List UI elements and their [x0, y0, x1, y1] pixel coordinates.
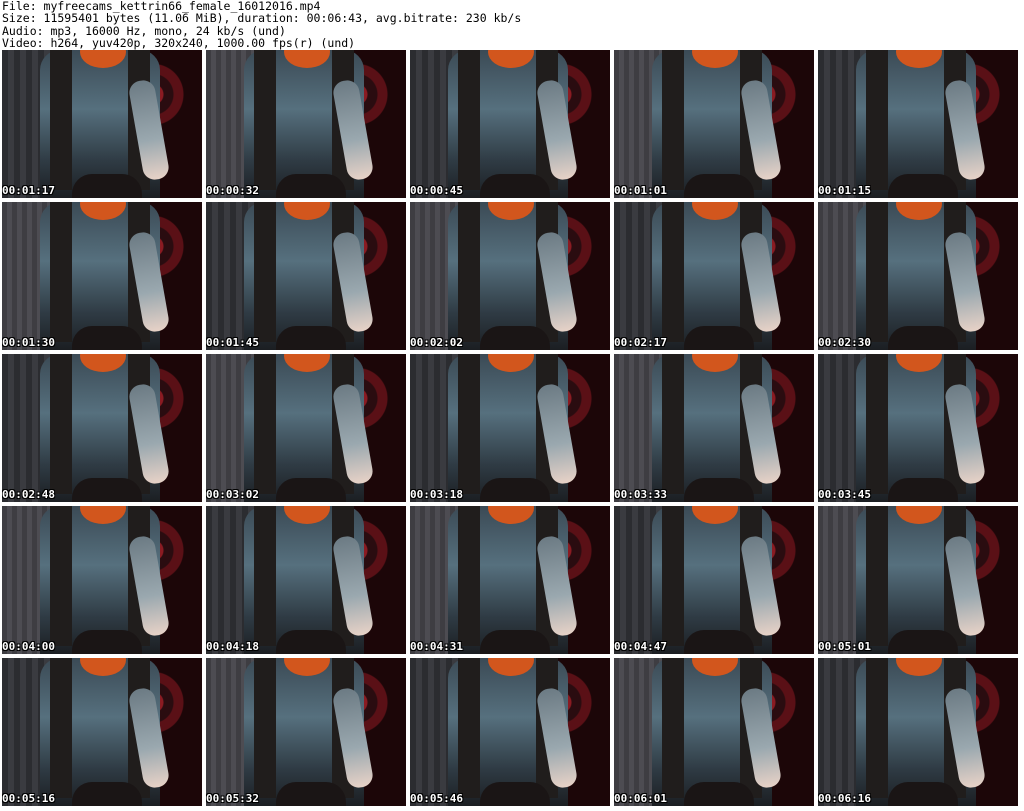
frame-legs — [684, 326, 754, 350]
timestamp-label: 00:06:01 — [614, 792, 667, 805]
timestamp-label: 00:06:16 — [818, 792, 871, 805]
video-frame-thumbnail: 00:05:16 — [2, 658, 202, 806]
timestamp-label: 00:05:01 — [818, 640, 871, 653]
timestamp-label: 00:03:33 — [614, 488, 667, 501]
frame-legs — [480, 630, 550, 654]
timestamp-label: 00:02:02 — [410, 336, 463, 349]
timestamp-label: 00:00:45 — [410, 184, 463, 197]
frame-legs — [72, 478, 142, 502]
frame-legs — [888, 782, 958, 806]
timestamp-label: 00:01:17 — [2, 184, 55, 197]
frame-legs — [72, 782, 142, 806]
video-frame-thumbnail: 00:05:01 — [818, 506, 1018, 654]
timestamp-label: 00:04:47 — [614, 640, 667, 653]
frame-legs — [888, 326, 958, 350]
video-frame-thumbnail: 00:04:47 — [614, 506, 814, 654]
video-frame-thumbnail: 00:01:01 — [614, 50, 814, 198]
timestamp-label: 00:02:30 — [818, 336, 871, 349]
timestamp-label: 00:05:46 — [410, 792, 463, 805]
frame-legs — [276, 174, 346, 198]
frame-legs — [684, 478, 754, 502]
timestamp-label: 00:05:32 — [206, 792, 259, 805]
frame-legs — [888, 630, 958, 654]
timestamp-label: 00:03:18 — [410, 488, 463, 501]
video-frame-thumbnail: 00:01:15 — [818, 50, 1018, 198]
timestamp-label: 00:03:02 — [206, 488, 259, 501]
video-frame-thumbnail: 00:02:17 — [614, 202, 814, 350]
video-frame-thumbnail: 00:03:33 — [614, 354, 814, 502]
frame-legs — [888, 174, 958, 198]
timestamp-label: 00:04:18 — [206, 640, 259, 653]
timestamp-label: 00:04:00 — [2, 640, 55, 653]
video-frame-thumbnail: 00:01:17 — [2, 50, 202, 198]
video-frame-thumbnail: 00:00:32 — [206, 50, 406, 198]
frame-legs — [276, 782, 346, 806]
frame-legs — [72, 630, 142, 654]
video-frame-thumbnail: 00:04:00 — [2, 506, 202, 654]
frame-legs — [888, 478, 958, 502]
timestamp-label: 00:01:45 — [206, 336, 259, 349]
video-frame-thumbnail: 00:06:16 — [818, 658, 1018, 806]
frame-legs — [276, 478, 346, 502]
timestamp-label: 00:05:16 — [2, 792, 55, 805]
timestamp-label: 00:01:01 — [614, 184, 667, 197]
video-frame-thumbnail: 00:05:32 — [206, 658, 406, 806]
video-frame-thumbnail: 00:06:01 — [614, 658, 814, 806]
timestamp-label: 00:03:45 — [818, 488, 871, 501]
frame-legs — [72, 174, 142, 198]
frame-legs — [480, 478, 550, 502]
frame-legs — [276, 630, 346, 654]
video-frame-thumbnail: 00:04:31 — [410, 506, 610, 654]
video-frame-thumbnail: 00:02:48 — [2, 354, 202, 502]
timestamp-label: 00:01:30 — [2, 336, 55, 349]
video-frame-thumbnail: 00:01:30 — [2, 202, 202, 350]
timestamp-label: 00:00:32 — [206, 184, 259, 197]
video-line: Video: h264, yuv420p, 320x240, 1000.00 f… — [2, 35, 356, 50]
frame-legs — [480, 326, 550, 350]
file-info-header: File: myfreecams_kettrin66_female_160120… — [2, 0, 521, 49]
video-frame-thumbnail: 00:00:45 — [410, 50, 610, 198]
frame-legs — [276, 326, 346, 350]
timestamp-label: 00:04:31 — [410, 640, 463, 653]
video-frame-thumbnail: 00:01:45 — [206, 202, 406, 350]
video-frame-thumbnail: 00:02:30 — [818, 202, 1018, 350]
timestamp-label: 00:02:48 — [2, 488, 55, 501]
frame-legs — [72, 326, 142, 350]
thumbnail-grid: 00:01:17 00:00:32 00:00:45 00:01:01 00:01:15… — [2, 50, 1018, 806]
video-frame-thumbnail: 00:03:18 — [410, 354, 610, 502]
video-frame-thumbnail: 00:04:18 — [206, 506, 406, 654]
video-frame-thumbnail: 00:05:46 — [410, 658, 610, 806]
frame-legs — [684, 174, 754, 198]
size-line: Size: 11595401 bytes (11.06 MiB), durati… — [2, 11, 522, 26]
frame-legs — [684, 782, 754, 806]
video-frame-thumbnail: 00:03:02 — [206, 354, 406, 502]
timestamp-label: 00:01:15 — [818, 184, 871, 197]
timestamp-label: 00:02:17 — [614, 336, 667, 349]
video-frame-thumbnail: 00:02:02 — [410, 202, 610, 350]
frame-legs — [684, 630, 754, 654]
video-frame-thumbnail: 00:03:45 — [818, 354, 1018, 502]
frame-legs — [480, 782, 550, 806]
frame-legs — [480, 174, 550, 198]
